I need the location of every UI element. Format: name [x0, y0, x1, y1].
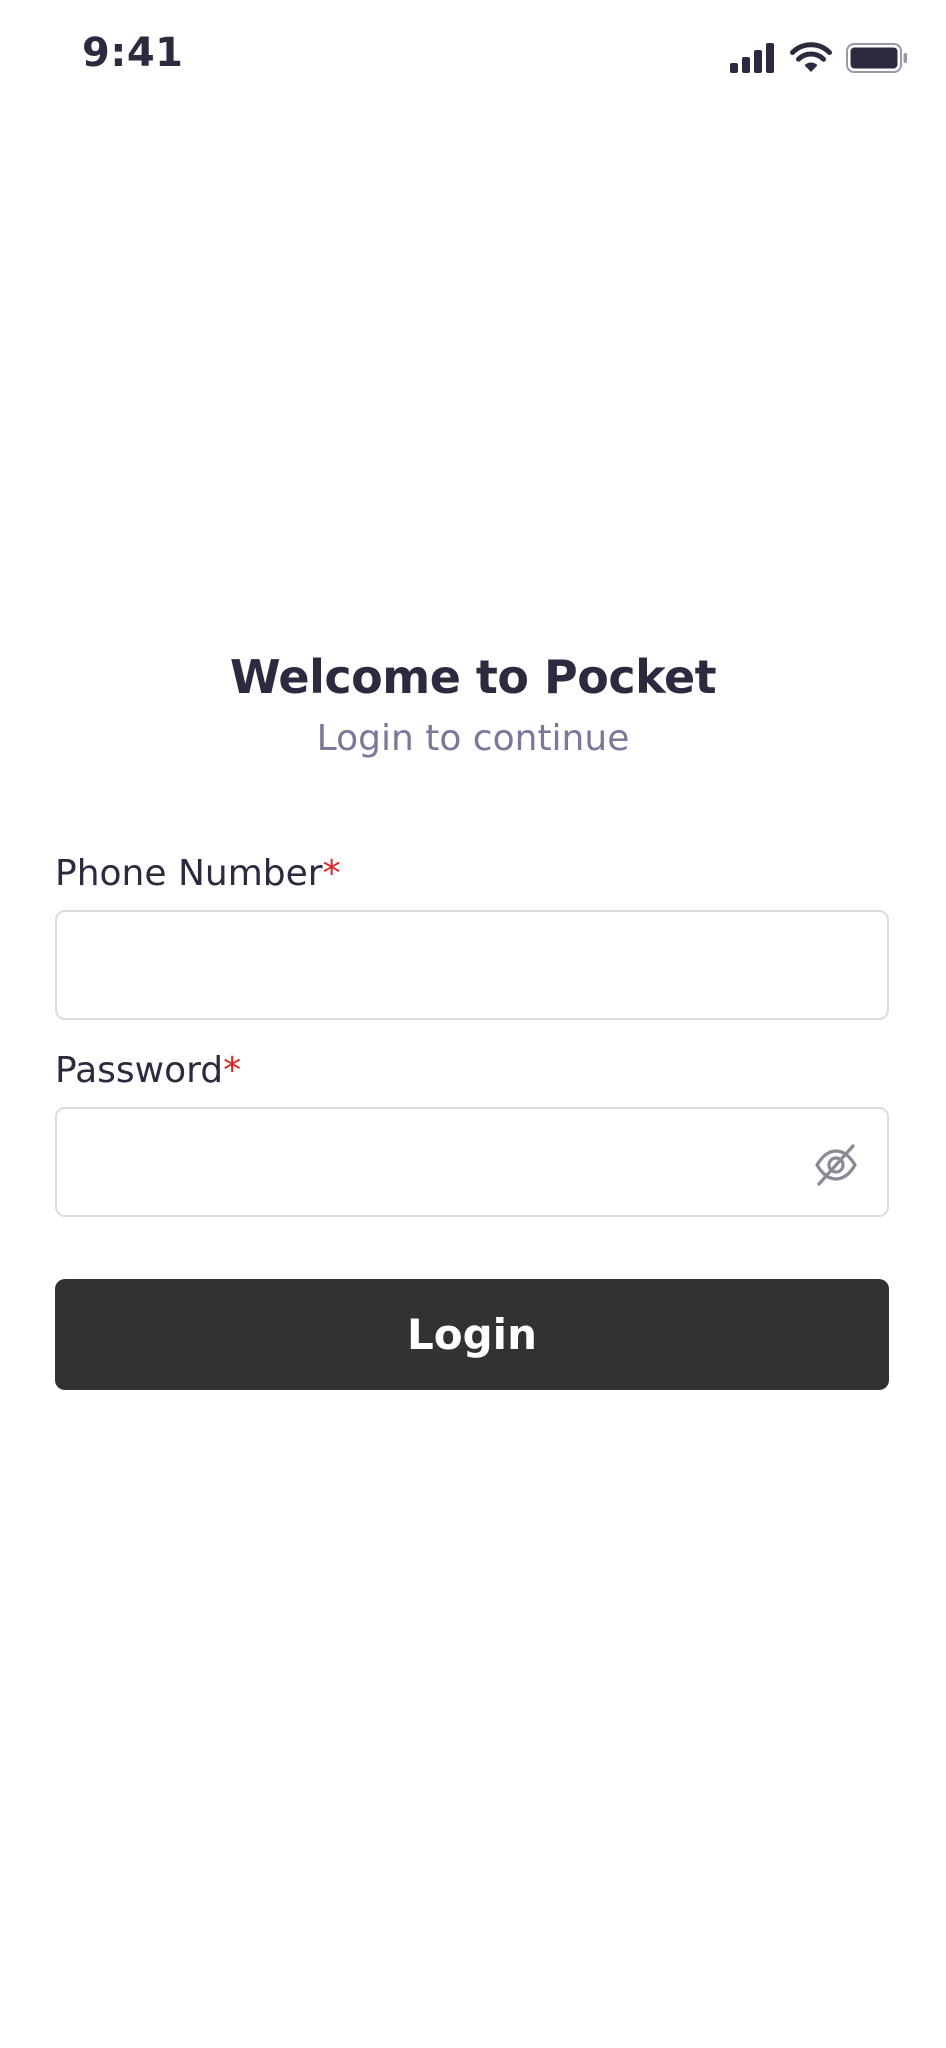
- status-time: 9:41: [82, 30, 184, 76]
- password-field-container: [55, 1107, 889, 1217]
- phone-number-field-container: [55, 910, 889, 1020]
- password-label-text: Password: [55, 1050, 224, 1091]
- status-icons: [730, 40, 908, 76]
- status-bar: 9:41: [0, 0, 946, 110]
- cellular-signal-icon: [730, 43, 776, 73]
- page-title: Welcome to Pocket: [229, 650, 717, 704]
- password-label: Password*: [55, 1050, 241, 1091]
- password-input[interactable]: [57, 1109, 887, 1215]
- eye-off-icon[interactable]: [813, 1142, 859, 1188]
- phone-number-input[interactable]: [57, 912, 887, 1018]
- wifi-icon: [790, 42, 832, 74]
- page-subtitle: Login to continue: [316, 718, 630, 759]
- login-button[interactable]: Login: [55, 1279, 889, 1390]
- battery-icon: [846, 43, 908, 73]
- required-mark: *: [223, 1050, 242, 1091]
- phone-number-label-text: Phone Number: [55, 853, 323, 894]
- required-mark: *: [322, 853, 341, 894]
- phone-number-label: Phone Number*: [55, 853, 341, 894]
